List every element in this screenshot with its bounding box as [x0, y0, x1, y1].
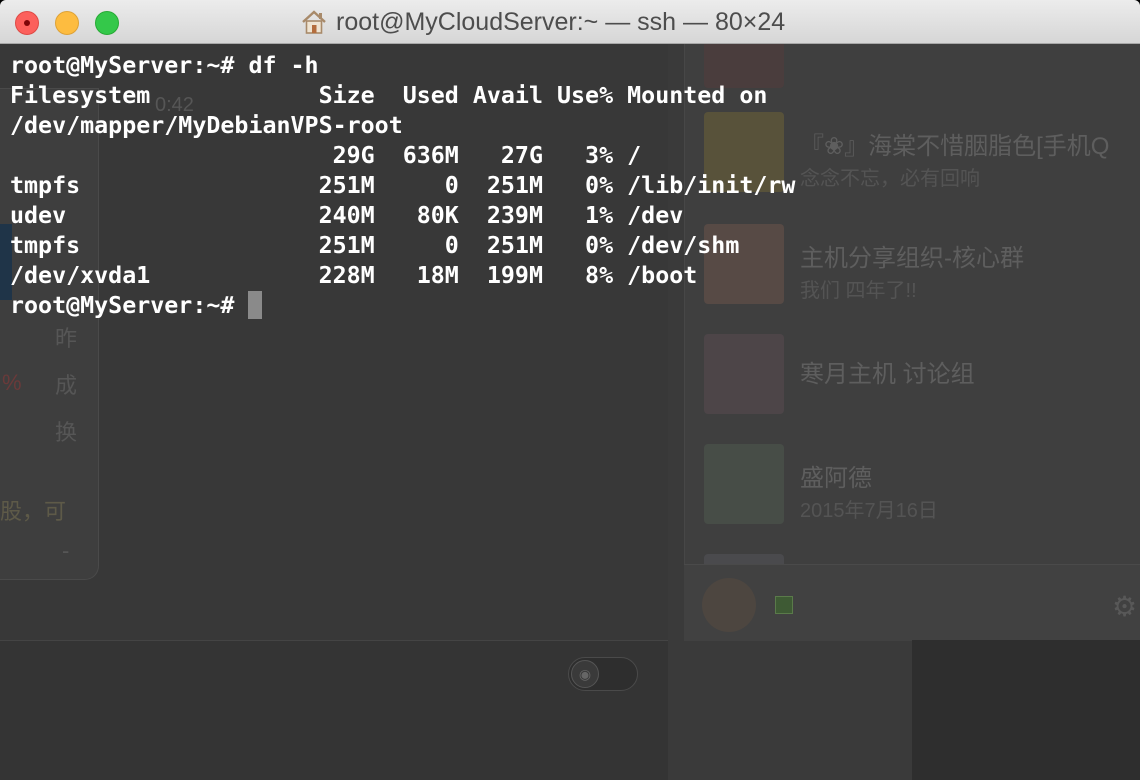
chat-avatar — [704, 554, 784, 564]
chat-subtitle: 念念不忘，必有回响 — [800, 168, 980, 190]
terminal-window: 0:42 昨 成 换 % 股，可 - ◉ 『❀』海棠不惜胭脂色[手机Q 念念不忘… — [0, 0, 1140, 780]
terminal-output[interactable]: root@MyServer:~# df -h Filesystem Size U… — [10, 51, 795, 321]
background-right-footer — [912, 640, 1140, 780]
title-bar[interactable]: root@MyCloudServer:~ — ssh — 80×24 — [0, 0, 1140, 44]
output-line: tmpfs 251M 0 251M 0% /lib/init/rw — [10, 172, 796, 199]
chat-name: 盛阿德 — [800, 465, 872, 492]
window-title: root@MyCloudServer:~ — ssh — 80×24 — [300, 8, 785, 36]
background-chat-item: 赵宇 — [704, 554, 1140, 564]
output-line: /dev/xvda1 228M 18M 199M 8% /boot — [10, 262, 698, 289]
minimize-button[interactable] — [55, 11, 79, 35]
background-char-2: 成 — [55, 373, 78, 398]
background-snippet: 股，可 — [0, 499, 67, 524]
background-left-footer — [0, 640, 668, 780]
background-percent: % — [2, 370, 22, 395]
window-title-text: root@MyCloudServer:~ — ssh — 80×24 — [336, 7, 786, 36]
zoom-button[interactable] — [95, 11, 119, 35]
chat-subtitle: 我们 四年了!! — [800, 280, 917, 302]
background-char-1: 昨 — [55, 326, 78, 351]
input-line[interactable]: root@MyServer:~# — [10, 291, 795, 321]
background-toggle: ◉ — [568, 657, 638, 691]
chat-avatar — [704, 334, 784, 414]
text-cursor — [248, 291, 263, 319]
output-line: /dev/mapper/MyDebianVPS-root — [10, 112, 403, 139]
output-line: udev 240M 80K 239M 1% /dev — [10, 202, 684, 229]
prompt: root@MyServer:~# — [10, 52, 249, 79]
chat-avatar — [704, 444, 784, 524]
prompt: root@MyServer:~# — [10, 292, 249, 319]
sound-icon: ◉ — [571, 660, 599, 688]
gear-icon: ⚙ — [1112, 591, 1138, 622]
background-chat-item: 寒月主机 讨论组 — [704, 334, 1140, 414]
close-button[interactable] — [15, 11, 39, 35]
chat-subtitle: 2015年7月16日 — [800, 500, 938, 522]
chat-name: 寒月主机 讨论组 — [800, 361, 975, 388]
output-line: tmpfs 251M 0 251M 0% /dev/shm — [10, 232, 740, 259]
background-dash: - — [62, 538, 70, 563]
chat-name: 『❀』海棠不惜胭脂色[手机Q — [800, 133, 1110, 160]
online-status-icon — [775, 596, 793, 614]
command-line: root@MyServer:~# df -h — [10, 51, 795, 81]
avatar — [702, 578, 756, 632]
output-header: Filesystem Size Used Avail Use% Mounted … — [10, 82, 768, 109]
home-icon — [302, 10, 326, 34]
chat-name: 主机分享组织-核心群 — [800, 245, 1024, 272]
background-chat-item: 盛阿德 2015年7月16日 — [704, 444, 1140, 524]
command-text: df -h — [248, 52, 319, 79]
background-char-3: 换 — [55, 420, 78, 445]
output-line: 29G 636M 27G 3% / — [10, 142, 642, 169]
